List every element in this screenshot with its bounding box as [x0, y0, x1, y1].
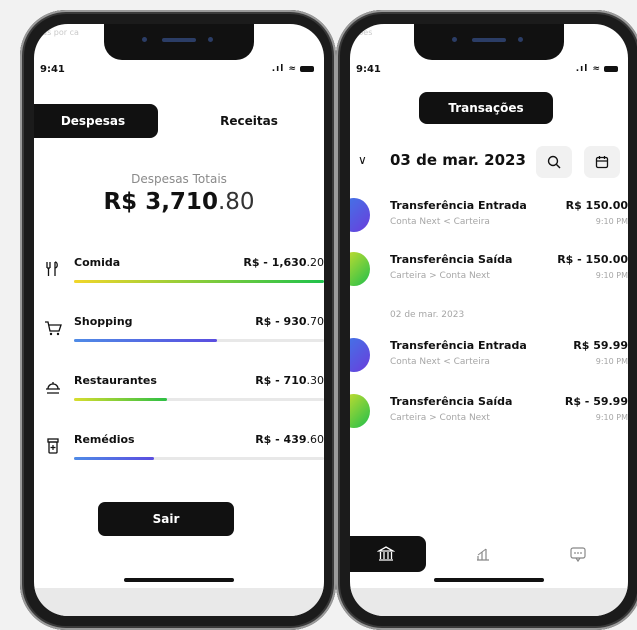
progress-fill — [74, 398, 167, 401]
medicine-icon — [47, 438, 59, 454]
page-title: Transações — [419, 92, 553, 124]
category-row[interactable]: Comida R$ - 1,630.20 — [34, 252, 324, 302]
transaction-avatar — [350, 198, 370, 232]
camera-icon — [452, 37, 457, 42]
transaction-title: Transferência Saída — [390, 253, 513, 266]
transaction-amount: R$ - 59.99 — [564, 395, 628, 408]
nav-item-stats[interactable] — [474, 544, 494, 564]
notch — [414, 24, 564, 60]
transaction-time: 9:10 PM — [595, 271, 628, 280]
transaction-time: 9:10 PM — [595, 357, 628, 366]
progress-track — [74, 398, 324, 401]
progress-track — [74, 339, 324, 342]
transaction-amount: R$ - 150.00 — [557, 253, 628, 266]
status-bar: 9:41 .ıl ≈ — [356, 64, 618, 78]
category-name: Shopping — [74, 315, 133, 328]
category-row[interactable]: Restaurantes R$ - 710.30 — [34, 370, 324, 420]
date-separator: 02 de mar. 2023 — [390, 310, 465, 320]
category-amount: R$ - 930.70 — [255, 315, 324, 328]
category-name: Remédios — [74, 433, 135, 446]
bottom-bar — [34, 588, 324, 616]
home-indicator[interactable] — [434, 578, 544, 582]
transaction-row[interactable]: Transferência Entrada Conta Next < Carte… — [350, 196, 628, 238]
status-bar: 9:41 .ıl ≈ — [40, 64, 314, 78]
transaction-amount: R$ 59.99 — [573, 339, 628, 352]
sensor-icon — [518, 37, 523, 42]
nav-item-bank[interactable] — [350, 536, 426, 572]
category-amount: R$ - 1,630.20 — [243, 256, 324, 269]
category-amount: R$ - 710.30 — [255, 374, 324, 387]
signal-wifi-battery-icon: .ıl ≈ — [272, 64, 314, 74]
home-indicator[interactable] — [124, 578, 234, 582]
phone-expenses: sas por ca 9:41 .ıl ≈ Despesas Receitas … — [20, 10, 336, 630]
phone-transactions: ções 9:41 .ıl ≈ Transações ∨ 03 de mar. … — [336, 10, 637, 630]
transaction-time: 9:10 PM — [595, 413, 628, 422]
bottom-nav — [350, 536, 628, 576]
category-amount: R$ - 439.60 — [255, 433, 324, 446]
transaction-row[interactable]: Transferência Saída Carteira > Conta Nex… — [350, 392, 628, 434]
chevron-down-icon[interactable]: ∨ — [358, 153, 367, 167]
progress-track — [74, 457, 324, 460]
tab-receitas[interactable]: Receitas — [199, 104, 299, 138]
bank-icon — [377, 546, 395, 561]
transaction-title: Transferência Entrada — [390, 199, 527, 212]
transaction-row[interactable]: Transferência Entrada Conta Next < Carte… — [350, 336, 628, 378]
notch — [104, 24, 254, 60]
bar-chart-icon — [477, 548, 489, 561]
calendar-button[interactable] — [584, 146, 620, 178]
transaction-time: 9:10 PM — [595, 217, 628, 226]
search-icon — [547, 155, 561, 169]
speaker — [472, 38, 506, 42]
transaction-subtitle: Conta Next < Carteira — [390, 357, 490, 367]
transaction-avatar — [350, 394, 370, 428]
ghost-text: ções — [354, 28, 373, 37]
status-time: 9:41 — [40, 64, 65, 75]
progress-track — [74, 280, 324, 283]
expenses-screen: sas por ca 9:41 .ıl ≈ Despesas Receitas … — [34, 24, 324, 616]
category-name: Restaurantes — [74, 374, 157, 387]
date-row: ∨ 03 de mar. 2023 — [350, 146, 628, 178]
transaction-avatar — [350, 252, 370, 286]
dish-icon — [46, 382, 60, 394]
calendar-icon — [595, 156, 609, 169]
transaction-subtitle: Carteira > Conta Next — [390, 413, 490, 423]
fork-knife-icon — [46, 261, 58, 276]
totals-value-decimals: .80 — [217, 189, 255, 215]
signal-wifi-battery-icon: .ıl ≈ — [576, 64, 618, 74]
transaction-title: Transferência Saída — [390, 395, 513, 408]
search-button[interactable] — [536, 146, 572, 178]
category-row[interactable]: Shopping R$ - 930.70 — [34, 311, 324, 361]
status-time: 9:41 — [356, 64, 381, 75]
ghost-text: sas por ca — [38, 28, 79, 37]
totals-label: Despesas Totais — [131, 172, 227, 186]
transaction-subtitle: Carteira > Conta Next — [390, 271, 490, 281]
transaction-amount: R$ 150.00 — [565, 199, 628, 212]
transactions-screen: ções 9:41 .ıl ≈ Transações ∨ 03 de mar. … — [350, 24, 628, 616]
nav-item-chat[interactable] — [568, 544, 588, 564]
totals-value: R$ 3,710.80 — [34, 189, 324, 215]
transaction-title: Transferência Entrada — [390, 339, 527, 352]
transaction-avatar — [350, 338, 370, 372]
camera-icon — [142, 37, 147, 42]
progress-fill — [74, 457, 154, 460]
cart-icon — [45, 321, 62, 336]
progress-fill — [74, 339, 217, 342]
totals-value-main: R$ 3,710 — [103, 189, 218, 215]
bottom-bar — [350, 588, 628, 616]
transaction-subtitle: Conta Next < Carteira — [390, 217, 490, 227]
transaction-row[interactable]: Transferência Saída Carteira > Conta Nex… — [350, 250, 628, 292]
category-row[interactable]: Remédios R$ - 439.60 — [34, 429, 324, 479]
tab-despesas[interactable]: Despesas — [34, 104, 158, 138]
sensor-icon — [208, 37, 213, 42]
date-heading: 03 de mar. 2023 — [390, 151, 526, 169]
logout-button[interactable]: Sair — [98, 502, 234, 536]
progress-fill — [74, 280, 324, 283]
chat-icon — [570, 547, 586, 563]
category-name: Comida — [74, 256, 121, 269]
speaker — [162, 38, 196, 42]
